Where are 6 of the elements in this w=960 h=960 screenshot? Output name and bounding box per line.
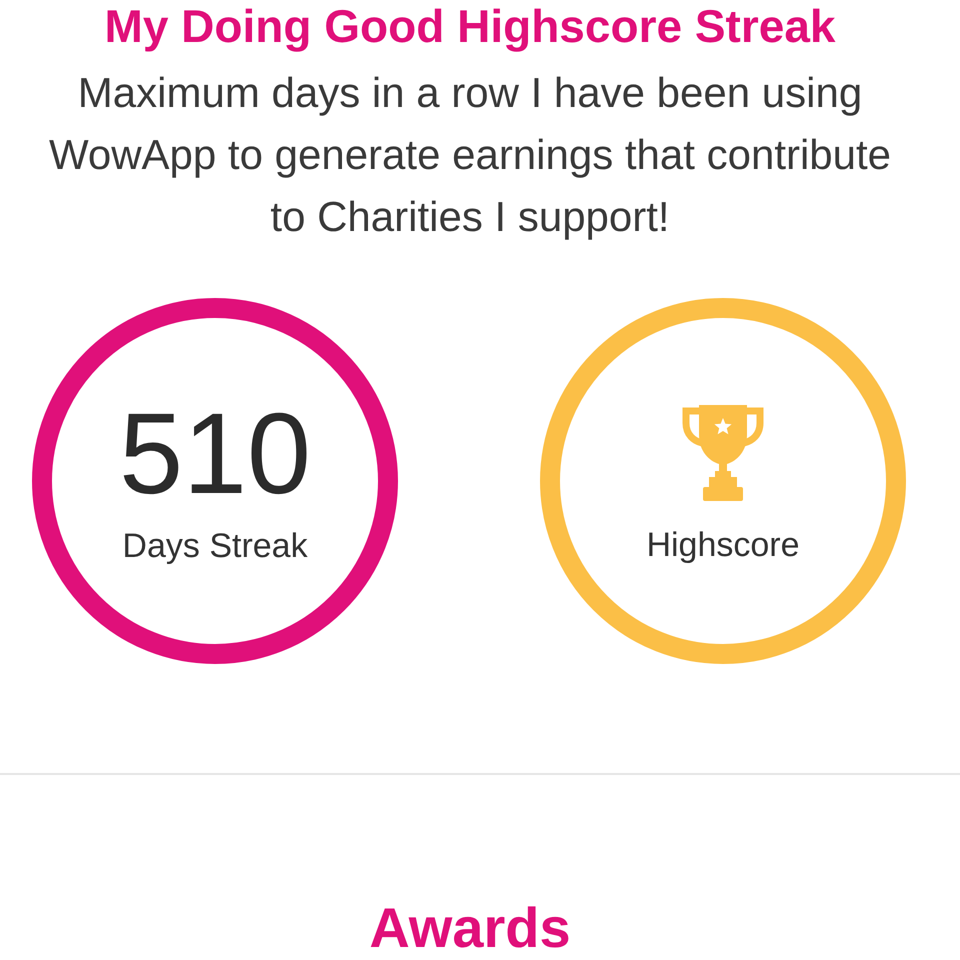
section-description: Maximum days in a row I have been using WowApp to generate earnings that contribute to Charities I support! — [48, 68, 892, 242]
awards-heading: Awards — [369, 900, 571, 956]
stat-label: Highscore — [646, 525, 800, 565]
streak-count: 510 — [119, 396, 311, 512]
stat-label: Days Streak — [122, 526, 308, 566]
section-title: My Doing Good Highscore Streak — [104, 0, 836, 52]
